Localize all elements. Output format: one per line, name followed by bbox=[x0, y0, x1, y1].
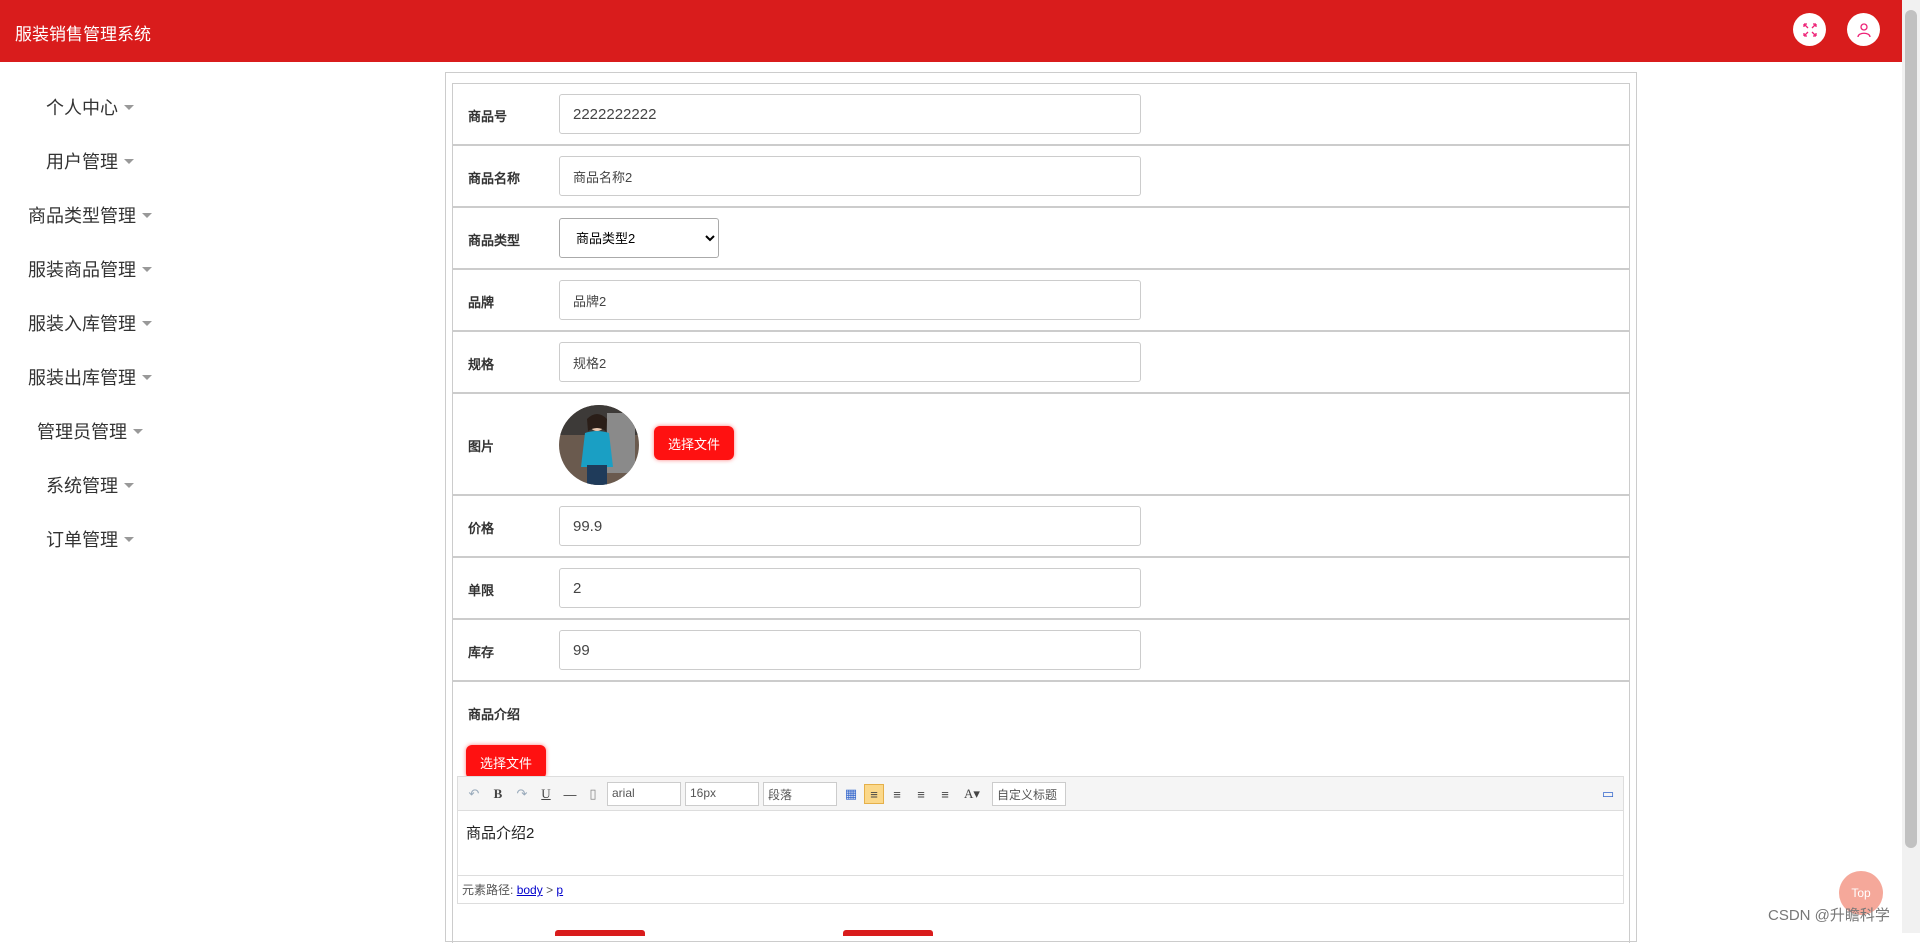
editor-toolbar: ↶ B ↷ U — ▯ arial 16px 段落 ▦ ≡ ≡ ≡ ≡ A▾ 自… bbox=[458, 777, 1623, 811]
product-name-input[interactable] bbox=[559, 156, 1141, 196]
path-body-link[interactable]: body bbox=[517, 883, 543, 897]
field-label: 商品介绍 bbox=[468, 707, 521, 722]
caret-down-icon bbox=[142, 374, 152, 380]
caret-down-icon bbox=[124, 536, 134, 542]
sidebar-item-user-management[interactable]: 用户管理 bbox=[0, 134, 180, 188]
bottom-button-edge[interactable] bbox=[843, 930, 933, 936]
field-label: 库存 bbox=[468, 645, 495, 660]
product-no-input[interactable] bbox=[559, 94, 1141, 134]
caret-down-icon bbox=[124, 158, 134, 164]
form-row-stock: 库存 bbox=[452, 619, 1630, 681]
sidebar-item-personal-center[interactable]: 个人中心 bbox=[0, 80, 180, 134]
app-title: 服装销售管理系统 bbox=[15, 25, 151, 44]
form-row-product-name: 商品名称 bbox=[452, 145, 1630, 207]
field-label: 价格 bbox=[468, 521, 495, 536]
rich-text-editor: ↶ B ↷ U — ▯ arial 16px 段落 ▦ ≡ ≡ ≡ ≡ A▾ 自… bbox=[457, 776, 1624, 904]
caret-down-icon bbox=[142, 320, 152, 326]
sidebar-item-stock-in-management[interactable]: 服装入库管理 bbox=[0, 296, 180, 350]
path-separator: > bbox=[546, 883, 554, 897]
bold-icon[interactable]: B bbox=[490, 784, 506, 804]
page-scrollbar[interactable] bbox=[1902, 0, 1920, 933]
undo-icon[interactable]: ↶ bbox=[466, 784, 482, 804]
user-icon[interactable] bbox=[1847, 13, 1880, 46]
sidebar: 个人中心 用户管理 商品类型管理 服装商品管理 服装入库管理 服装出库管理 管理… bbox=[0, 80, 180, 566]
form-row-product-type: 商品类型 商品类型2 bbox=[452, 207, 1630, 269]
image-choose-file-button[interactable]: 选择文件 bbox=[654, 426, 734, 460]
caret-down-icon bbox=[124, 482, 134, 488]
align-center-icon[interactable]: ≡ bbox=[912, 784, 930, 804]
sidebar-item-label: 服装出库管理 bbox=[28, 368, 136, 388]
form-row-brand: 品牌 bbox=[452, 269, 1630, 331]
field-label: 图片 bbox=[468, 439, 495, 454]
editor-content[interactable]: 商品介绍2 bbox=[458, 811, 1623, 875]
font-color-icon[interactable]: A▾ bbox=[958, 784, 986, 804]
form-row-spec: 规格 bbox=[452, 331, 1630, 393]
field-label: 商品类型 bbox=[468, 233, 521, 248]
form-row-price: 价格 bbox=[452, 495, 1630, 557]
editor-element-path: 元素路径: body > p bbox=[458, 875, 1623, 901]
sidebar-item-label: 订单管理 bbox=[46, 530, 118, 550]
scrollbar-thumb[interactable] bbox=[1905, 10, 1917, 848]
top-bar: 服装销售管理系统 bbox=[0, 0, 1902, 62]
field-label: 品牌 bbox=[468, 295, 495, 310]
page-icon[interactable]: ▯ bbox=[585, 784, 601, 804]
sidebar-item-system-management[interactable]: 系统管理 bbox=[0, 458, 180, 512]
fullscreen-icon[interactable] bbox=[1793, 13, 1826, 46]
price-input[interactable] bbox=[559, 506, 1141, 546]
align-right-icon[interactable]: ≡ bbox=[888, 784, 906, 804]
caret-down-icon bbox=[124, 104, 134, 110]
sidebar-item-label: 管理员管理 bbox=[37, 422, 127, 442]
caret-down-icon bbox=[142, 266, 152, 272]
spec-input[interactable] bbox=[559, 342, 1141, 382]
sidebar-item-label: 服装商品管理 bbox=[28, 260, 136, 280]
field-label: 单限 bbox=[468, 583, 495, 598]
sidebar-item-label: 商品类型管理 bbox=[28, 206, 136, 226]
watermark: CSDN @升瞻科学 bbox=[1768, 907, 1890, 924]
sidebar-item-stock-out-management[interactable]: 服装出库管理 bbox=[0, 350, 180, 404]
form-row-limit: 单限 bbox=[452, 557, 1630, 619]
sidebar-item-label: 系统管理 bbox=[46, 476, 118, 496]
product-edit-form: 商品号 商品名称 商品类型 商品类型2 品牌 规格 图片 bbox=[445, 72, 1637, 943]
bottom-button-edge[interactable] bbox=[555, 930, 645, 936]
path-p-link[interactable]: p bbox=[556, 883, 563, 897]
sidebar-item-label: 服装入库管理 bbox=[28, 314, 136, 334]
caret-down-icon bbox=[142, 212, 152, 218]
field-label: 商品号 bbox=[468, 109, 508, 124]
font-size-select[interactable]: 16px bbox=[685, 782, 759, 806]
align-justify-icon[interactable]: ≡ bbox=[936, 784, 954, 804]
sidebar-item-admin-management[interactable]: 管理员管理 bbox=[0, 404, 180, 458]
sidebar-item-label: 用户管理 bbox=[46, 152, 118, 172]
stock-input[interactable] bbox=[559, 630, 1141, 670]
redo-icon[interactable]: ↷ bbox=[514, 784, 530, 804]
sidebar-item-product-type-management[interactable]: 商品类型管理 bbox=[0, 188, 180, 242]
table-icon[interactable]: ▦ bbox=[842, 784, 860, 804]
caret-down-icon bbox=[133, 428, 143, 434]
paragraph-select[interactable]: 段落 bbox=[763, 782, 837, 806]
field-label: 规格 bbox=[468, 357, 495, 372]
sidebar-item-label: 个人中心 bbox=[46, 98, 118, 118]
font-family-select[interactable]: arial bbox=[607, 782, 681, 806]
form-row-product-no: 商品号 bbox=[452, 83, 1630, 145]
custom-title-select[interactable]: 自定义标题 bbox=[992, 782, 1066, 806]
limit-input[interactable] bbox=[559, 568, 1141, 608]
underline-icon[interactable]: U bbox=[538, 784, 554, 804]
element-path-prefix: 元素路径: bbox=[462, 883, 514, 897]
sidebar-item-clothing-product-management[interactable]: 服装商品管理 bbox=[0, 242, 180, 296]
field-label: 商品名称 bbox=[468, 171, 521, 186]
fullscreen-preview-icon[interactable]: ▭ bbox=[1599, 784, 1617, 804]
horizontal-rule-icon[interactable]: — bbox=[562, 784, 578, 804]
form-row-image: 图片 选择文件 bbox=[452, 393, 1630, 495]
product-image-thumbnail bbox=[559, 405, 639, 485]
align-left-icon[interactable]: ≡ bbox=[864, 784, 884, 804]
brand-input[interactable] bbox=[559, 280, 1141, 320]
intro-choose-file-button[interactable]: 选择文件 bbox=[466, 745, 546, 779]
sidebar-item-order-management[interactable]: 订单管理 bbox=[0, 512, 180, 566]
product-type-select[interactable]: 商品类型2 bbox=[559, 218, 719, 258]
